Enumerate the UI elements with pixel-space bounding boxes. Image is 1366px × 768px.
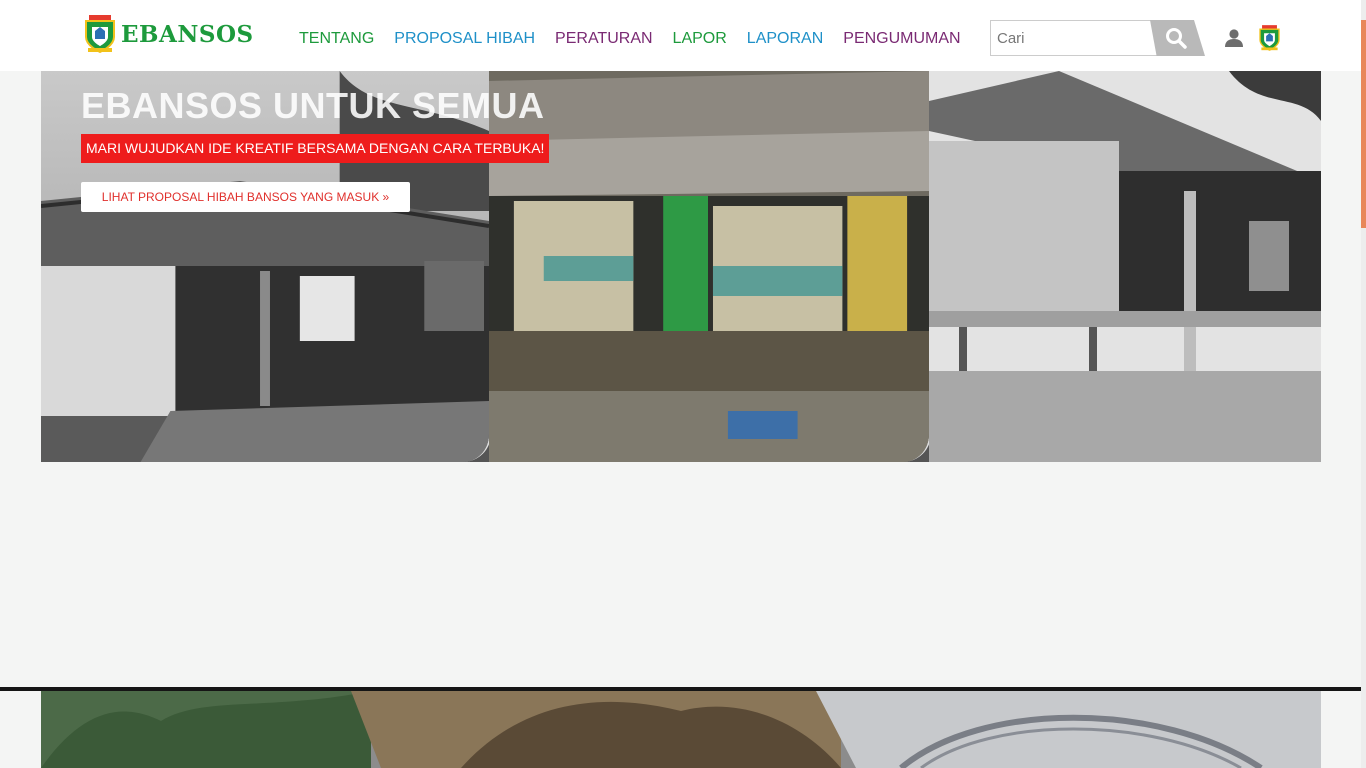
nav-item-peraturan[interactable]: PERATURAN [555,30,653,48]
view-proposals-button[interactable]: LIHAT PROPOSAL HIBAH BANSOS YANG MASUK » [81,182,410,212]
nav-item-laporan[interactable]: LAPORAN [747,30,823,48]
scrollbar-thumb[interactable] [1361,20,1366,228]
search-form [990,20,1205,56]
hero-title: EBANSOS UNTUK SEMUA [81,85,545,126]
brand-name: EBANSOS [121,20,254,48]
emblem-icon [85,15,115,53]
search-input[interactable] [990,20,1158,56]
hero-banner: EBANSOS UNTUK SEMUA MARI WUJUDKAN IDE KR… [41,71,1321,462]
search-button[interactable] [1150,20,1205,56]
site-logo[interactable]: EBANSOS [83,15,254,53]
main-nav: TENTANG PROPOSAL HIBAH PERATURAN LAPOR L… [299,30,981,48]
emblem-icon[interactable] [1258,24,1281,52]
secondary-banner [41,691,1321,768]
hero-photo-house-left [41,71,491,462]
hero-photo-house-right [929,71,1321,462]
site-header: EBANSOS TENTANG PROPOSAL HIBAH PERATURAN… [0,0,1366,71]
search-icon [1165,28,1187,49]
nav-item-lapor[interactable]: LAPOR [673,30,727,48]
user-icon[interactable] [1224,28,1244,48]
hero-photo-house-center [489,71,931,462]
nav-item-tentang[interactable]: TENTANG [299,30,374,48]
nav-item-pengumuman[interactable]: PENGUMUMAN [843,30,960,48]
nav-item-proposal-hibah[interactable]: PROPOSAL HIBAH [394,30,535,48]
hero-subtitle: MARI WUJUDKAN IDE KREATIF BERSAMA DENGAN… [81,134,550,163]
